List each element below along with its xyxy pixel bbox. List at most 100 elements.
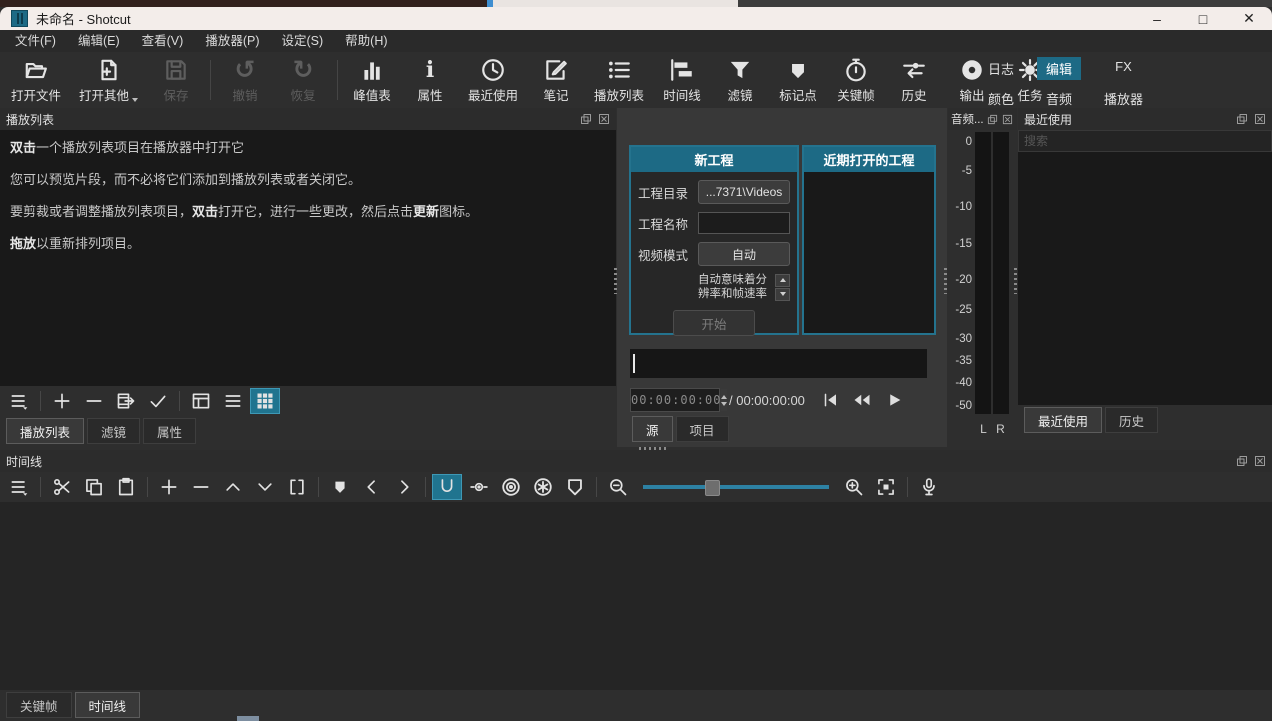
menu-view[interactable]: 查看(V)	[131, 30, 195, 52]
timeline-button[interactable]: 时间线	[653, 53, 711, 107]
notes-button[interactable]: 笔记	[527, 53, 585, 107]
project-name-input[interactable]	[698, 212, 790, 234]
open-other-button[interactable]: 打开其他	[70, 53, 147, 107]
copy-button[interactable]	[79, 474, 109, 500]
float-panel-icon[interactable]	[986, 113, 999, 126]
zoom-in-button[interactable]	[839, 474, 869, 500]
close-panel-icon[interactable]	[1253, 113, 1266, 126]
tab-filters[interactable]: 滤镜	[87, 418, 140, 444]
append-button[interactable]	[154, 474, 184, 500]
ripple-all-tracks-toggle[interactable]	[528, 474, 558, 500]
overwrite-button[interactable]	[250, 474, 280, 500]
playhead-cursor[interactable]	[633, 354, 635, 373]
view-tiles-button[interactable]	[218, 388, 248, 414]
minimize-button[interactable]: –	[1134, 7, 1180, 30]
layout-fx[interactable]: FX	[1106, 57, 1141, 80]
layout-color[interactable]: 颜色	[979, 87, 1023, 110]
tab-properties[interactable]: 属性	[143, 418, 196, 444]
float-panel-icon[interactable]	[1235, 455, 1248, 468]
ripple-toggle[interactable]	[496, 474, 526, 500]
splitter-grip[interactable]	[1014, 268, 1017, 294]
menu-player[interactable]: 播放器(P)	[194, 30, 270, 52]
filters-button[interactable]: 滤镜	[711, 53, 769, 107]
playlist-remove-button[interactable]	[79, 388, 109, 414]
peak-meter-button[interactable]: 峰值表	[343, 53, 401, 107]
ripple-delete-button[interactable]	[186, 474, 216, 500]
paste-button[interactable]	[111, 474, 141, 500]
close-panel-icon[interactable]	[1001, 113, 1014, 126]
cut-button[interactable]	[47, 474, 77, 500]
start-button[interactable]: 开始	[673, 310, 755, 336]
close-panel-icon[interactable]	[1253, 455, 1266, 468]
tab-history[interactable]: 历史	[1105, 407, 1158, 433]
markers-button[interactable]: 标记点	[769, 53, 827, 107]
timecode-spinner[interactable]: 00:00:00:00	[630, 388, 720, 412]
menu-settings[interactable]: 设定(S)	[270, 30, 334, 52]
float-panel-icon[interactable]	[1235, 113, 1248, 126]
playlist-update-button[interactable]	[143, 388, 173, 414]
keyframes-button[interactable]: 关键帧	[827, 53, 885, 107]
timecode-spin-buttons[interactable]	[721, 389, 727, 411]
tab-project[interactable]: 项目	[676, 416, 729, 442]
layout-player[interactable]: 播放器	[1095, 87, 1152, 110]
playlist-open-clip-button[interactable]	[111, 388, 141, 414]
timeline-menu-button[interactable]	[4, 474, 34, 500]
open-file-button[interactable]: 打开文件	[2, 53, 70, 107]
timeline-zoom-slider[interactable]	[643, 477, 829, 497]
recent-button[interactable]: 最近使用	[459, 53, 527, 107]
playlist-button[interactable]: 播放列表	[585, 53, 653, 107]
play-button[interactable]	[885, 391, 903, 409]
view-icons-button[interactable]	[250, 388, 280, 414]
save-button[interactable]: 保存	[147, 53, 205, 107]
scroll-down-icon[interactable]	[775, 288, 790, 301]
redo-button[interactable]: ↻ 恢复	[274, 53, 332, 107]
close-button[interactable]: ✕	[1226, 7, 1272, 30]
splitter-grip[interactable]	[614, 268, 617, 294]
search-input[interactable]	[1018, 130, 1272, 152]
scroll-up-icon[interactable]	[775, 274, 790, 287]
timeline-panel-titlebar: 时间线	[0, 450, 1272, 472]
seek-bar[interactable]	[630, 349, 927, 378]
zoom-fit-button[interactable]	[871, 474, 901, 500]
timeline-tracks-area[interactable]	[0, 502, 1272, 690]
record-audio-button[interactable]	[914, 474, 944, 500]
menu-file[interactable]: 文件(F)	[4, 30, 67, 52]
layout-logging[interactable]: 日志	[979, 57, 1023, 80]
recent-files-list[interactable]	[1018, 152, 1272, 405]
video-mode-note: 自动意味着分辨率和帧速率	[698, 273, 772, 301]
video-mode-button[interactable]: 自动	[698, 242, 790, 266]
tab-source[interactable]: 源	[632, 416, 673, 442]
menu-edit[interactable]: 编辑(E)	[67, 30, 131, 52]
tab-playlist[interactable]: 播放列表	[6, 418, 84, 444]
rewind-button[interactable]	[852, 391, 872, 409]
project-folder-button[interactable]: ...7371\Videos	[698, 180, 790, 204]
layout-audio[interactable]: 音频	[1037, 87, 1081, 110]
snap-toggle[interactable]	[432, 474, 462, 500]
split-button[interactable]	[282, 474, 312, 500]
playlist-add-button[interactable]	[47, 388, 77, 414]
ripple-markers-toggle[interactable]	[560, 474, 590, 500]
close-panel-icon[interactable]	[597, 113, 610, 126]
history-button[interactable]: 历史	[885, 53, 943, 107]
view-details-button[interactable]	[186, 388, 216, 414]
playlist-menu-button[interactable]	[4, 388, 34, 414]
skip-to-start-button[interactable]	[821, 391, 839, 409]
marker-button[interactable]	[325, 474, 355, 500]
zoom-slider-track[interactable]	[643, 485, 829, 489]
layout-editing[interactable]: 编辑	[1037, 57, 1081, 80]
zoom-out-button[interactable]	[603, 474, 633, 500]
tab-timeline[interactable]: 时间线	[75, 692, 141, 718]
next-marker-button[interactable]	[389, 474, 419, 500]
properties-button[interactable]: i 属性	[401, 53, 459, 107]
float-panel-icon[interactable]	[579, 113, 592, 126]
undo-button[interactable]: ↺ 撤销	[216, 53, 274, 107]
scrub-while-dragging-toggle[interactable]	[464, 474, 494, 500]
tab-recent[interactable]: 最近使用	[1024, 407, 1102, 433]
maximize-button[interactable]: □	[1180, 7, 1226, 30]
menu-help[interactable]: 帮助(H)	[334, 30, 398, 52]
lift-button[interactable]	[218, 474, 248, 500]
zoom-slider-handle[interactable]	[705, 480, 720, 496]
tab-keyframes[interactable]: 关键帧	[6, 692, 72, 718]
splitter-grip[interactable]	[944, 268, 947, 294]
previous-marker-button[interactable]	[357, 474, 387, 500]
